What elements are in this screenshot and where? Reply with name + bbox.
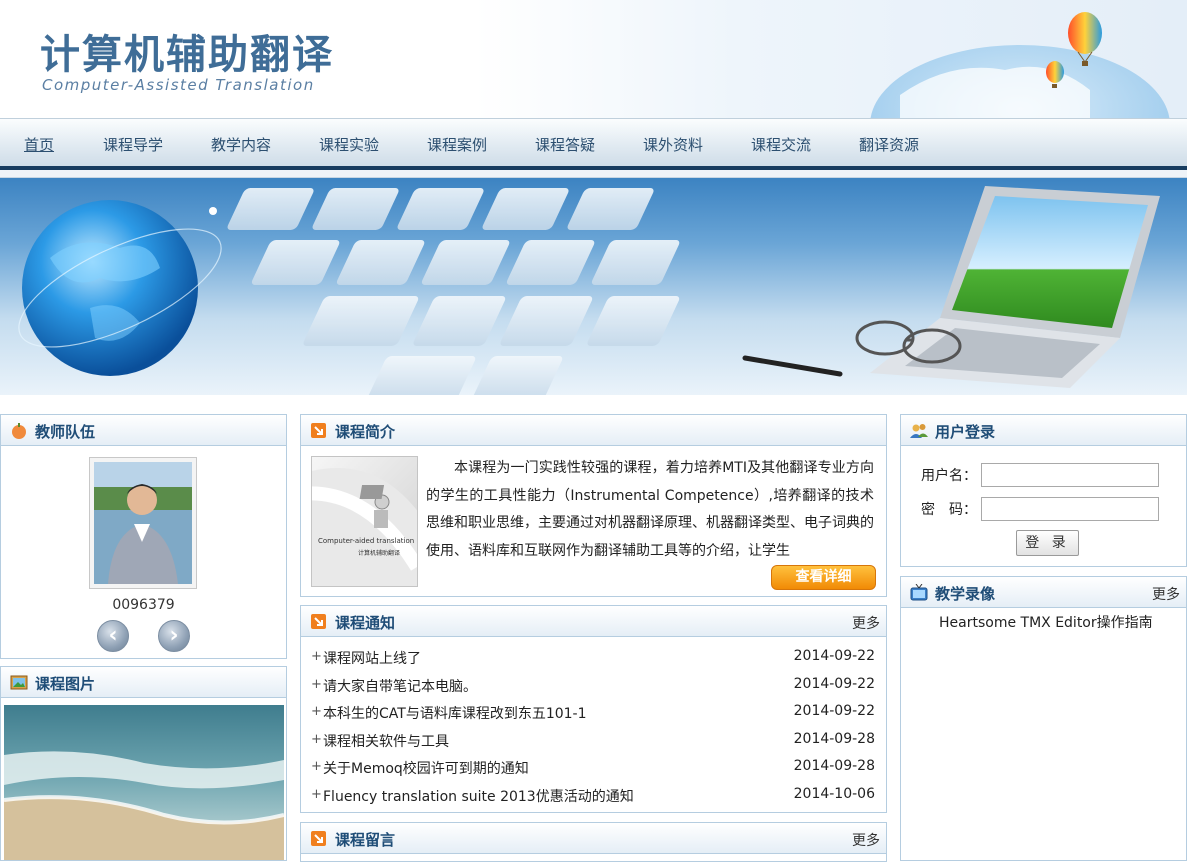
teachers-panel-header: 教师队伍 xyxy=(1,415,286,446)
videos-panel-header: 教学录像 更多 xyxy=(901,577,1186,608)
nav-item-course-guide[interactable]: 课程导学 xyxy=(103,134,163,155)
teachers-panel-title: 教师队伍 xyxy=(35,423,96,441)
notices-more-link[interactable]: 更多 xyxy=(852,613,880,633)
intro-image-caption-en: Computer-aided translation xyxy=(318,537,415,545)
messages-more-link[interactable]: 更多 xyxy=(852,830,880,850)
visit-counter: 0096379 xyxy=(112,597,175,613)
notice-title[interactable]: 本科生的CAT与语料库课程改到东五101-1 xyxy=(323,703,587,723)
nav-item-communication[interactable]: 课程交流 xyxy=(751,134,811,155)
orange-arrow-icon xyxy=(311,614,326,629)
notice-title[interactable]: 请大家自带笔记本电脑。 xyxy=(323,676,477,696)
notice-date: 2014-10-06 xyxy=(793,786,875,802)
password-label: 密 码： xyxy=(921,502,977,518)
globe-balloon-illustration xyxy=(870,12,1170,118)
username-label: 用户名： xyxy=(921,468,977,484)
plus-icon: + xyxy=(311,787,322,802)
login-panel-header: 用户登录 xyxy=(901,415,1186,446)
nav-item-home[interactable]: 首页 xyxy=(24,134,54,155)
intro-image-caption-cn: 计算机辅助翻译 xyxy=(358,550,401,557)
notice-date: 2014-09-28 xyxy=(793,758,875,774)
videos-panel: 教学录像 更多 Heartsome TMX Editor操作指南 xyxy=(900,576,1187,861)
apple-icon xyxy=(12,423,26,439)
plus-icon: + xyxy=(311,677,322,692)
notices-panel-title: 课程通知 xyxy=(335,614,396,632)
notices-panel: 课程通知 更多 + 课程网站上线了 2014-09-22 + 请大家自带笔记本电… xyxy=(300,605,887,813)
picture-icon xyxy=(10,675,28,690)
login-panel: 用户登录 用户名： 密 码： 登 录 xyxy=(900,414,1187,567)
tv-icon xyxy=(910,584,928,601)
messages-panel: 课程留言 更多 xyxy=(300,822,887,862)
plus-icon: + xyxy=(311,649,322,664)
nav-item-experiments[interactable]: 课程实验 xyxy=(319,134,379,155)
notices-panel-header: 课程通知 更多 xyxy=(301,606,886,637)
messages-panel-header: 课程留言 更多 xyxy=(301,823,886,854)
video-item[interactable]: Heartsome TMX Editor操作指南 xyxy=(939,612,1153,632)
users-icon xyxy=(910,424,928,438)
notice-title[interactable]: 关于Memoq校园许可到期的通知 xyxy=(323,758,529,778)
videos-more-link[interactable]: 更多 xyxy=(1152,584,1180,604)
messages-panel-title: 课程留言 xyxy=(335,831,396,849)
nav-item-cases[interactable]: 课程案例 xyxy=(427,134,487,155)
notice-title[interactable]: 课程相关软件与工具 xyxy=(323,731,449,751)
chevron-right-icon: › xyxy=(169,623,179,648)
site-title: 计算机辅助翻译 xyxy=(40,32,334,78)
view-detail-button[interactable]: 查看详细 xyxy=(771,565,876,590)
teachers-panel: 教师队伍 0096379 ‹ › xyxy=(0,414,287,659)
list-item[interactable]: + 关于Memoq校园许可到期的通知 2014-09-28 xyxy=(311,758,875,780)
login-panel-title: 用户登录 xyxy=(935,423,996,441)
site-subtitle: Computer-Assisted Translation xyxy=(42,76,315,94)
banner-illustration xyxy=(18,186,1160,395)
prev-teacher-button[interactable]: ‹ xyxy=(97,620,129,652)
notice-date: 2014-09-22 xyxy=(793,676,875,692)
nav-item-translation-resources[interactable]: 翻译资源 xyxy=(859,134,919,155)
username-input[interactable] xyxy=(981,463,1159,487)
nav-item-qa[interactable]: 课程答疑 xyxy=(535,134,595,155)
list-item[interactable]: + 请大家自带笔记本电脑。 2014-09-22 xyxy=(311,676,875,698)
next-teacher-button[interactable]: › xyxy=(158,620,190,652)
course-photos-panel: 课程图片 xyxy=(0,666,287,861)
notice-date: 2014-09-22 xyxy=(793,648,875,664)
notice-title[interactable]: Fluency translation suite 2013优惠活动的通知 xyxy=(323,786,634,806)
site-header: 计算机辅助翻译 Computer-Assisted Translation xyxy=(0,0,1187,118)
intro-text: 本课程为一门实践性较强的课程，着力培养MTI及其他翻译专业方向的学生的工具性能力… xyxy=(426,460,874,559)
list-item[interactable]: + 本科生的CAT与语料库课程改到东五101-1 2014-09-22 xyxy=(311,703,875,725)
intro-panel-header: 课程简介 xyxy=(301,415,886,446)
login-button[interactable]: 登 录 xyxy=(1016,530,1079,556)
password-input[interactable] xyxy=(981,497,1159,521)
list-item[interactable]: + 课程网站上线了 2014-09-22 xyxy=(311,648,875,670)
plus-icon: + xyxy=(311,732,322,747)
intro-panel: 课程简介 Computer-aided translation 计算机辅助翻译 … xyxy=(300,414,887,597)
notice-date: 2014-09-28 xyxy=(793,731,875,747)
chevron-left-icon: ‹ xyxy=(108,623,118,648)
intro-panel-title: 课程简介 xyxy=(335,423,396,441)
nav-item-extra-materials[interactable]: 课外资料 xyxy=(643,134,703,155)
translation-figure-image xyxy=(312,468,417,586)
teacher-portrait-image xyxy=(94,462,192,584)
beach-photo[interactable] xyxy=(4,705,284,860)
course-photos-panel-header: 课程图片 xyxy=(1,667,286,698)
nav-divider xyxy=(0,170,1187,178)
orange-arrow-icon xyxy=(311,831,326,846)
videos-panel-title: 教学录像 xyxy=(935,585,996,603)
teacher-photo[interactable] xyxy=(89,457,197,589)
beach-image xyxy=(4,705,284,860)
course-photos-panel-title: 课程图片 xyxy=(35,675,96,693)
nav-item-teaching-content[interactable]: 教学内容 xyxy=(211,134,271,155)
list-item[interactable]: + Fluency translation suite 2013优惠活动的通知 … xyxy=(311,786,875,808)
notice-title[interactable]: 课程网站上线了 xyxy=(323,648,421,668)
list-item[interactable]: + 课程相关软件与工具 2014-09-28 xyxy=(311,731,875,753)
intro-image: Computer-aided translation 计算机辅助翻译 xyxy=(311,456,418,587)
plus-icon: + xyxy=(311,704,322,719)
main-nav: 首页 课程导学 教学内容 课程实验 课程案例 课程答疑 课外资料 课程交流 翻译… xyxy=(0,118,1187,170)
orange-arrow-icon xyxy=(311,423,326,438)
hero-banner xyxy=(0,178,1187,395)
plus-icon: + xyxy=(311,759,322,774)
notice-date: 2014-09-22 xyxy=(793,703,875,719)
